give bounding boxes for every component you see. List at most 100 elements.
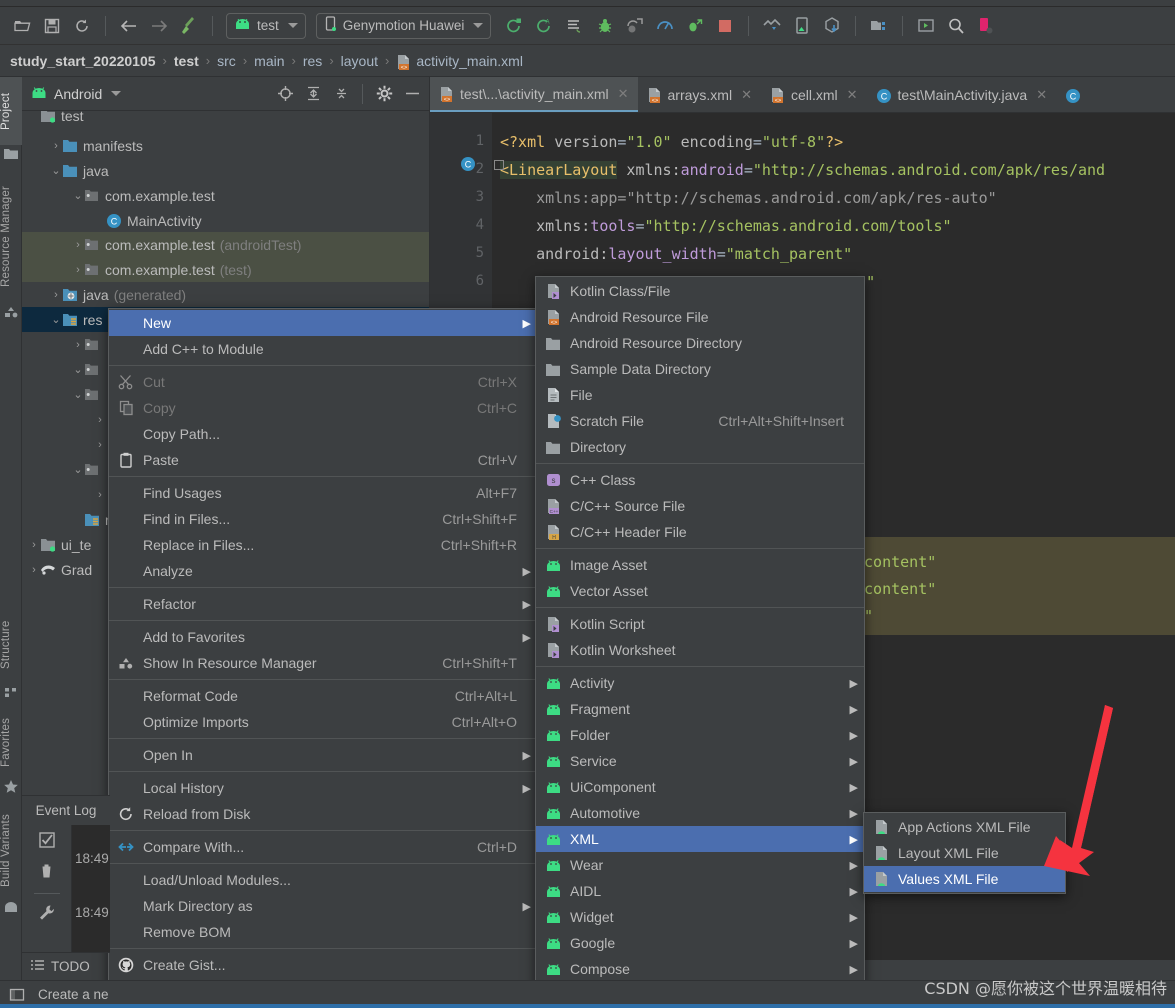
breadcrumb-item[interactable]: res — [303, 53, 322, 69]
class-marker-icon[interactable]: C — [460, 156, 476, 176]
menu-item[interactable]: Optimize Imports Ctrl+Alt+O — [109, 709, 537, 735]
device-manager-icon[interactable] — [972, 13, 1000, 39]
mark-read-icon[interactable] — [38, 831, 56, 852]
tree-node[interactable]: › com.example.test (test) — [22, 257, 429, 282]
menu-item[interactable]: Replace in Files... Ctrl+Shift+R — [109, 532, 537, 558]
minimize-icon[interactable] — [401, 83, 423, 105]
todo-tool-button[interactable]: TODO — [22, 952, 110, 980]
breadcrumb-item[interactable]: main — [254, 53, 284, 69]
terminal-icon-status[interactable] — [4, 988, 30, 1002]
chevron-down-icon-device[interactable] — [473, 23, 484, 28]
tree-expand-arrow[interactable]: ⌄ — [72, 363, 84, 376]
close-icon[interactable]: ✕ — [847, 87, 858, 103]
menu-item[interactable]: Service ▶ — [536, 748, 864, 774]
search-icon[interactable] — [942, 13, 970, 39]
tree-expand-arrow[interactable]: › — [72, 264, 84, 276]
menu-item[interactable]: UiComponent ▶ — [536, 774, 864, 800]
menu-item[interactable]: Create Gist... — [109, 952, 537, 978]
menu-item[interactable]: Wear ▶ — [536, 852, 864, 878]
menu-item[interactable]: Kotlin Script — [536, 611, 864, 637]
menu-item[interactable]: Paste Ctrl+V — [109, 447, 537, 473]
sidebar-item-build-variants[interactable]: Build Variants — [0, 803, 22, 899]
breadcrumb-item[interactable]: test — [174, 53, 199, 69]
menu-item[interactable]: Refactor ▶ — [109, 591, 537, 617]
menu-item[interactable]: Open In ▶ — [109, 742, 537, 768]
tree-expand-arrow[interactable]: ⌄ — [72, 388, 84, 401]
build-hammer-icon[interactable] — [175, 13, 203, 39]
code-line[interactable]: android:layout_width="match_parent" — [500, 245, 852, 263]
tree-expand-arrow[interactable]: › — [94, 489, 106, 501]
menu-item[interactable]: Analyze ▶ — [109, 558, 537, 584]
tree-expand-arrow[interactable]: › — [28, 564, 40, 576]
menu-item[interactable]: XML ▶ — [536, 826, 864, 852]
attach-debugger-icon[interactable] — [621, 13, 649, 39]
chevron-down-icon[interactable] — [287, 23, 298, 28]
tree-expand-arrow[interactable]: ⌄ — [50, 313, 62, 326]
menu-item[interactable]: C++ C/C++ Source File — [536, 493, 864, 519]
menu-item[interactable]: Activity ▶ — [536, 670, 864, 696]
tree-expand-arrow[interactable]: › — [28, 539, 40, 551]
breadcrumb-item[interactable]: activity_main.xml — [416, 53, 523, 69]
device-selector[interactable]: Genymotion Huawei — [315, 12, 492, 39]
gear-icon[interactable] — [373, 83, 395, 105]
settings-wrench-icon[interactable] — [38, 904, 56, 925]
menu-item[interactable]: Cut Ctrl+X — [109, 369, 537, 395]
close-icon[interactable]: ✕ — [1036, 87, 1047, 103]
project-context-menu[interactable]: New ▶ Add C++ to Module Cut Ctrl+X Copy Ctrl+C… — [108, 308, 538, 1008]
menu-item[interactable]: Google ▶ — [536, 930, 864, 956]
layout-inspector-icon[interactable] — [912, 13, 940, 39]
close-icon[interactable]: ✕ — [618, 86, 629, 102]
tree-expand-arrow[interactable]: ⌄ — [50, 164, 62, 177]
menu-item[interactable]: Copy Path... — [109, 421, 537, 447]
menu-item[interactable]: Kotlin Worksheet — [536, 637, 864, 663]
new-submenu[interactable]: Kotlin Class/File <> Android Resource File… — [535, 276, 865, 1008]
tree-node[interactable]: ⌄ java — [22, 158, 429, 183]
tree-node[interactable]: › com.example.test (androidTest) — [22, 232, 429, 257]
menu-item[interactable]: Mark Directory as ▶ — [109, 893, 537, 919]
editor-tab[interactable]: <> arrays.xml ✕ — [638, 77, 761, 112]
tree-expand-arrow[interactable]: › — [94, 439, 106, 451]
tree-node[interactable]: › manifests — [22, 133, 429, 158]
back-arrow-icon[interactable] — [115, 13, 143, 39]
project-view-selector-label[interactable]: Android — [54, 86, 102, 102]
editor-tab-bar[interactable]: <> test\...\activity_main.xml ✕ <> arrays.xm… — [430, 77, 1175, 113]
code-line[interactable]: xmlns:tools="http://schemas.android.com/… — [500, 217, 951, 235]
editor-tab[interactable]: <> test\...\activity_main.xml ✕ — [430, 77, 638, 112]
menu-item[interactable]: Find in Files... Ctrl+Shift+F — [109, 506, 537, 532]
profiler-icon[interactable] — [651, 13, 679, 39]
tree-node[interactable]: ⌄ com.example.test — [22, 183, 429, 208]
breadcrumb-item[interactable]: layout — [341, 53, 378, 69]
run-icon[interactable] — [501, 13, 529, 39]
sidebar-item-resource-manager[interactable]: Resource Manager — [0, 169, 22, 304]
menu-item[interactable]: Image Asset — [536, 552, 864, 578]
menu-item[interactable]: AIDL ▶ — [536, 878, 864, 904]
close-icon[interactable]: ✕ — [741, 87, 752, 103]
editor-tab[interactable]: <> cell.xml ✕ — [761, 77, 867, 112]
chevron-down-icon-project[interactable] — [111, 91, 122, 96]
forward-arrow-icon[interactable] — [145, 13, 173, 39]
collapse-all-icon[interactable] — [330, 83, 352, 105]
menu-item[interactable]: Folder ▶ — [536, 722, 864, 748]
menu-item[interactable]: Load/Unload Modules... — [109, 867, 537, 893]
menu-item[interactable]: Show In Resource Manager Ctrl+Shift+T — [109, 650, 537, 676]
avd-manager-icon[interactable] — [788, 13, 816, 39]
menu-item[interactable]: Add C++ to Module — [109, 336, 537, 362]
project-structure-icon[interactable] — [865, 13, 893, 39]
menu-item[interactable]: <> Android Resource File — [536, 304, 864, 330]
menu-item[interactable]: Reformat Code Ctrl+Alt+L — [109, 683, 537, 709]
menu-item[interactable]: Local History ▶ — [109, 775, 537, 801]
menu-item[interactable]: Remove BOM — [109, 919, 537, 945]
breadcrumb-item[interactable]: src — [217, 53, 236, 69]
menu-item[interactable]: Widget ▶ — [536, 904, 864, 930]
tree-node[interactable]: test — [22, 111, 429, 128]
tree-expand-arrow[interactable]: › — [50, 140, 62, 152]
tree-expand-arrow[interactable]: › — [50, 289, 62, 301]
menu-item[interactable]: Kotlin Class/File — [536, 278, 864, 304]
menu-item[interactable]: New ▶ — [109, 310, 537, 336]
tree-node[interactable]: C MainActivity — [22, 208, 429, 233]
breadcrumb[interactable]: study_start_20220105 › test › src › main › res › l… — [0, 45, 1175, 77]
menu-item[interactable]: Automotive ▶ — [536, 800, 864, 826]
tree-node[interactable]: › java (generated) — [22, 282, 429, 307]
menu-item[interactable]: File — [536, 382, 864, 408]
tree-expand-arrow[interactable]: › — [72, 239, 84, 251]
